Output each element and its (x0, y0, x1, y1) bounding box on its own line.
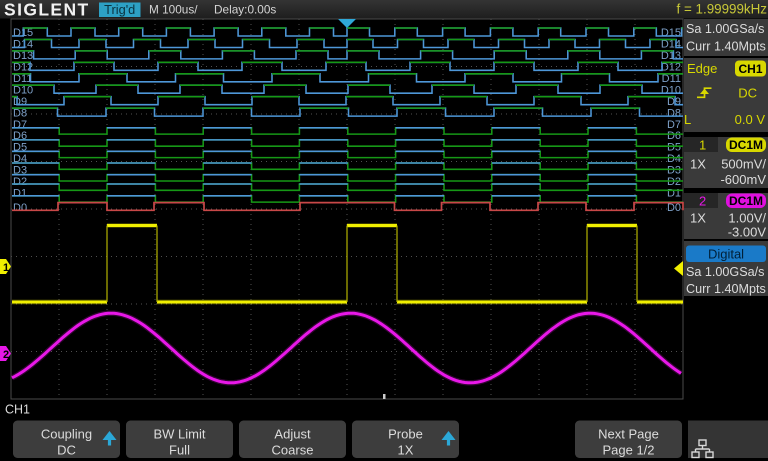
svg-text:Digital: Digital (708, 247, 744, 262)
svg-text:1X: 1X (690, 157, 706, 172)
svg-text:D1: D1 (13, 188, 27, 200)
svg-text:CH1: CH1 (5, 403, 30, 417)
svg-text:Next Page: Next Page (598, 427, 659, 442)
svg-text:0.0 V: 0.0 V (735, 112, 766, 127)
svg-text:2: 2 (699, 194, 706, 209)
svg-text:Page 1/2: Page 1/2 (602, 443, 654, 458)
svg-text:DC1M: DC1M (729, 138, 763, 152)
svg-text:D7: D7 (13, 119, 27, 131)
svg-text:DC1M: DC1M (729, 194, 763, 208)
svg-text:M 100us/: M 100us/ (149, 3, 198, 17)
svg-text:f = 1.99999kHz: f = 1.99999kHz (677, 2, 768, 17)
svg-text:D4: D4 (667, 153, 681, 165)
svg-text:1X: 1X (690, 211, 706, 226)
svg-text:D2: D2 (13, 176, 27, 188)
svg-text:D8: D8 (13, 107, 27, 119)
svg-text:Delay:0.00s: Delay:0.00s (214, 3, 276, 17)
svg-text:Full: Full (169, 443, 190, 458)
svg-text:Coupling: Coupling (41, 427, 92, 442)
svg-text:DC: DC (57, 443, 76, 458)
svg-text:D14: D14 (661, 39, 681, 51)
svg-text:D6: D6 (667, 130, 681, 142)
svg-text:D10: D10 (13, 85, 33, 97)
svg-text:D11: D11 (13, 73, 32, 85)
svg-text:-600mV: -600mV (720, 172, 766, 187)
svg-text:D13: D13 (13, 50, 33, 62)
svg-text:D8: D8 (667, 107, 681, 119)
svg-text:D11: D11 (662, 73, 681, 85)
svg-text:Coarse: Coarse (272, 443, 314, 458)
svg-text:Adjust: Adjust (274, 427, 311, 442)
svg-text:1X: 1X (398, 443, 414, 458)
svg-text:D9: D9 (13, 96, 27, 108)
svg-text:D9: D9 (667, 96, 681, 108)
svg-text:Curr 1.40Mpts: Curr 1.40Mpts (686, 40, 766, 54)
svg-text:D13: D13 (661, 50, 681, 62)
svg-text:L: L (684, 112, 691, 127)
svg-text:2: 2 (3, 349, 9, 361)
svg-text:Sa 1.00GSa/s: Sa 1.00GSa/s (686, 265, 764, 279)
svg-text:1: 1 (699, 138, 706, 153)
svg-text:D1: D1 (667, 188, 681, 200)
svg-text:D7: D7 (667, 119, 681, 131)
svg-text:500mV/: 500mV/ (721, 157, 766, 172)
svg-text:D14: D14 (13, 39, 33, 51)
svg-text:SIGLENT: SIGLENT (4, 0, 90, 20)
svg-text:Curr 1.40Mpts: Curr 1.40Mpts (686, 282, 766, 296)
svg-text:Edge: Edge (687, 61, 717, 76)
svg-text:D2: D2 (667, 176, 681, 188)
svg-text:CH1: CH1 (738, 62, 762, 76)
svg-text:1: 1 (3, 262, 9, 274)
svg-text:D10: D10 (661, 85, 681, 97)
svg-text:D15: D15 (661, 27, 681, 39)
svg-text:D3: D3 (667, 165, 681, 177)
svg-text:D0: D0 (667, 202, 681, 214)
svg-text:1.00V/: 1.00V/ (728, 211, 766, 226)
svg-text:Sa 1.00GSa/s: Sa 1.00GSa/s (686, 22, 764, 36)
svg-text:D0: D0 (13, 202, 27, 214)
svg-text:BW Limit: BW Limit (154, 427, 206, 442)
svg-text:DC: DC (738, 86, 757, 101)
svg-text:D5: D5 (667, 142, 681, 154)
svg-text:-3.00V: -3.00V (728, 225, 767, 240)
svg-text:Trig'd: Trig'd (104, 2, 135, 17)
svg-text:Probe: Probe (388, 427, 423, 442)
svg-text:D12: D12 (661, 62, 681, 74)
